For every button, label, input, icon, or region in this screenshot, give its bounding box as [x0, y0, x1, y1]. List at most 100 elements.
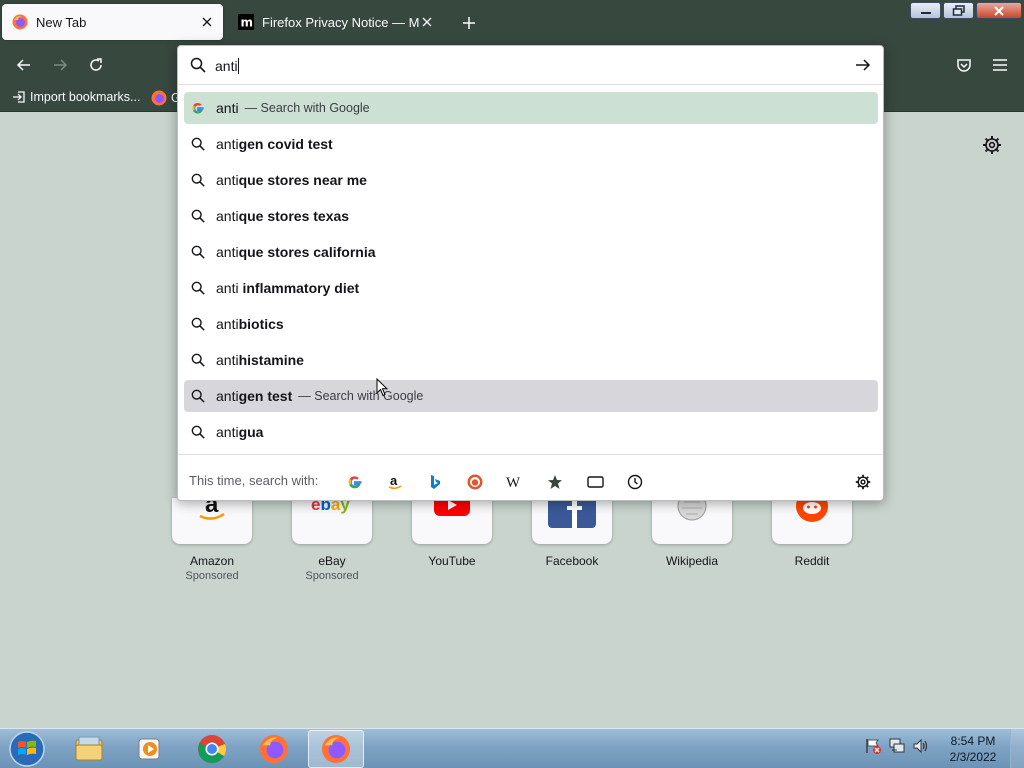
suggestion-row[interactable]: anti que stores texas	[184, 200, 878, 232]
reddit-logo-icon	[796, 498, 828, 522]
firefox-icon	[321, 734, 351, 764]
taskbar-file-explorer[interactable]	[61, 730, 117, 768]
pocket-button[interactable]	[951, 52, 977, 78]
engine-wikipedia[interactable]: W	[502, 469, 528, 495]
back-button[interactable]	[11, 52, 37, 78]
search-icon	[190, 388, 206, 404]
wikipedia-logo-icon	[677, 498, 707, 521]
history-clock-icon	[627, 474, 643, 490]
minimize-button[interactable]	[910, 2, 941, 19]
address-input[interactable]	[215, 55, 815, 77]
windows-start-orb-icon	[9, 731, 45, 767]
forward-arrow-icon	[54, 59, 68, 71]
search-icon	[190, 424, 206, 440]
address-bar-popup: anti— Search with Googleantigen covid te…	[177, 45, 884, 501]
suggestion-row[interactable]: anti gua	[184, 416, 878, 448]
import-icon	[13, 91, 25, 103]
top-site-facebook[interactable]: Facebook	[532, 498, 612, 568]
system-clock[interactable]: 8:54 PM 2/3/2022	[940, 733, 1006, 765]
start-button[interactable]	[6, 730, 48, 768]
ebay-logo-icon: ebay	[311, 498, 350, 514]
show-desktop-button[interactable]	[1010, 729, 1024, 768]
top-site-youtube[interactable]: YouTube	[412, 498, 492, 568]
firefox-icon	[12, 14, 28, 30]
suggestion-row[interactable]: anti gen covid test	[184, 128, 878, 160]
taskbar-chrome[interactable]	[184, 730, 240, 768]
search-icon	[190, 57, 206, 73]
gear-icon[interactable]	[982, 135, 1002, 155]
tab-title: New Tab	[36, 14, 87, 30]
tile-thumbnail	[772, 498, 852, 544]
restore-button[interactable]	[943, 2, 974, 19]
search-icon	[190, 136, 206, 152]
reload-button[interactable]	[83, 52, 109, 78]
suggestion-typed-text: anti	[216, 388, 239, 404]
new-tab-button[interactable]	[458, 12, 480, 34]
hamburger-menu-icon	[993, 59, 1007, 71]
suggestion-action-label: — Search with Google	[298, 389, 424, 403]
suggestion-typed-text: anti	[216, 244, 239, 260]
suggestion-typed-text: anti	[216, 316, 239, 332]
amazon-icon: a	[388, 474, 402, 490]
engine-bing[interactable]	[422, 469, 448, 495]
taskbar-firefox-active[interactable]	[308, 730, 364, 768]
suggestion-row[interactable]: anti inflammatory diet	[184, 272, 878, 304]
tile-sponsored-label: Sponsored	[305, 570, 359, 582]
suggestion-typed-text: anti	[216, 424, 239, 440]
top-site-wikipedia[interactable]: Wikipedia	[652, 498, 732, 568]
google-icon	[348, 476, 362, 489]
tab-title: Firefox Privacy Notice — Mozilla	[262, 14, 419, 30]
suggestion-row[interactable]: anti que stores california	[184, 236, 878, 268]
top-site-reddit[interactable]: Reddit	[772, 498, 852, 568]
search-bookmarks-button[interactable]	[542, 469, 568, 495]
taskbar-firefox[interactable]	[246, 730, 302, 768]
forward-button[interactable]	[47, 52, 73, 78]
window-controls	[910, 2, 1022, 19]
search-icon	[190, 352, 206, 368]
tile-name: YouTube	[428, 554, 476, 568]
engine-duckduckgo[interactable]	[462, 469, 488, 495]
suggestion-row[interactable]: anti histamine	[184, 344, 878, 376]
suggestion-completion: que stores near me	[238, 172, 367, 188]
youtube-logo-icon	[434, 498, 470, 516]
search-settings-button[interactable]	[850, 469, 876, 495]
amazon-logo-icon: a	[199, 498, 225, 520]
tab-new-tab[interactable]: New Tab	[2, 4, 223, 40]
network-icon[interactable]	[888, 737, 906, 755]
close-tab-icon[interactable]	[199, 14, 215, 30]
close-tab-icon[interactable]	[419, 14, 435, 30]
suggestion-typed-text: anti	[216, 136, 239, 152]
mouse-cursor-icon	[376, 378, 388, 397]
taskbar-media-player[interactable]	[122, 730, 178, 768]
app-menu-button[interactable]	[987, 52, 1013, 78]
import-bookmarks-link[interactable]: Import bookmarks...	[12, 90, 140, 104]
suggestion-row[interactable]: anti — Search with Google	[184, 92, 878, 124]
engine-google[interactable]	[342, 469, 368, 495]
tile-name: Facebook	[545, 554, 599, 568]
top-site-amazon[interactable]: a Amazon Sponsored	[172, 498, 252, 582]
google-icon	[190, 100, 206, 116]
clock-time: 8:54 PM	[950, 734, 996, 748]
clock-date: 2/3/2022	[949, 750, 997, 764]
suggestion-row[interactable]: anti que stores near me	[184, 164, 878, 196]
close-window-button[interactable]	[976, 2, 1022, 19]
engine-amazon[interactable]: a	[382, 469, 408, 495]
search-history-button[interactable]	[622, 469, 648, 495]
suggestion-row[interactable]: anti gen test — Search with Google	[184, 380, 878, 412]
suggestion-row[interactable]: anti biotics	[184, 308, 878, 340]
search-icon	[190, 316, 206, 332]
bookmark-label: Import bookmarks...	[30, 90, 141, 104]
go-arrow-icon[interactable]	[855, 57, 871, 73]
suggestion-completion: gen covid test	[238, 136, 333, 152]
action-center-flag-icon[interactable]	[864, 737, 882, 755]
pocket-icon	[957, 59, 971, 72]
search-tabs-button[interactable]	[582, 469, 608, 495]
close-icon	[994, 5, 1004, 16]
top-site-ebay[interactable]: ebay eBay Sponsored	[292, 498, 372, 582]
tab-firefox-privacy-notice[interactable]: m Firefox Privacy Notice — Mozilla	[228, 4, 443, 40]
svg-text:m: m	[241, 16, 254, 30]
volume-speaker-icon[interactable]	[912, 737, 930, 755]
suggestion-completion: biotics	[238, 316, 284, 332]
address-bar	[178, 46, 883, 85]
suggestion-typed-text: anti	[216, 172, 239, 188]
